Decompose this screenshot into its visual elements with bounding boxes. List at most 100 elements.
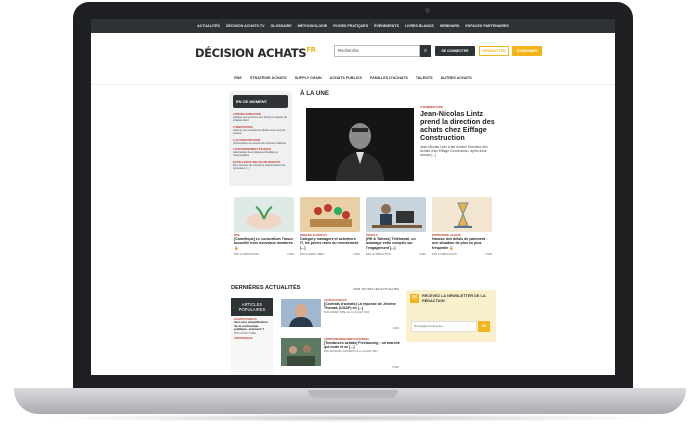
site-header: DÉCISION ACHATSFR Recherche ⌕ SE CONNECT… bbox=[91, 33, 615, 75]
top-menu-item[interactable]: ÉVÉNEMENTS bbox=[374, 24, 399, 28]
card-image bbox=[366, 197, 426, 232]
pawns-image bbox=[310, 204, 352, 227]
card-title[interactable]: Category managers et acheteurs IT, les p… bbox=[300, 237, 360, 250]
in-the-moment-panel: EN CE MOMENT # RÉORGANISATION Adapter se… bbox=[229, 91, 292, 186]
article-read-time: 5 MIN bbox=[392, 366, 399, 369]
top-menu-item[interactable]: ESPACES PARTENAIRES bbox=[465, 24, 508, 28]
meeting-image bbox=[287, 345, 315, 366]
article-cards: RSE [Cométique] Le consortium Trasce acc… bbox=[234, 197, 496, 256]
panel-title: EN CE MOMENT bbox=[233, 95, 288, 108]
portrait-image bbox=[306, 108, 414, 181]
card-title[interactable]: [Cométique] Le consortium Trasce accueil… bbox=[234, 237, 294, 250]
nav-item[interactable]: TALENTS bbox=[416, 76, 433, 80]
article-card[interactable]: ENTREPRISE ACHATS Hausse des délais de p… bbox=[432, 197, 492, 256]
subscribe-button[interactable]: S'ABONNER bbox=[512, 46, 542, 56]
moment-item[interactable]: # AUTOMATISATION Optimisation du service… bbox=[233, 138, 288, 145]
top-menu-item[interactable]: GLOSSAIRE bbox=[270, 24, 291, 28]
login-button[interactable]: SE CONNECTER bbox=[435, 46, 475, 56]
hourglass-image bbox=[454, 202, 472, 228]
latest-article[interactable]: ACHATS PUBLICS [Contrats d'achats] La ré… bbox=[281, 299, 399, 331]
article-thumbnail bbox=[281, 299, 321, 327]
top-menu-item[interactable]: FICHES PRATIQUES bbox=[333, 24, 368, 28]
top-menu-bar: ACTUALITÉS DÉCISION ACHATS TV GLOSSAIRE … bbox=[91, 19, 615, 33]
top-menu-item[interactable]: LIVRES BLANCS bbox=[405, 24, 434, 28]
article-text: APPROVISIONNE-MENTS MATERIEL [Tendances … bbox=[324, 338, 400, 353]
site-logo[interactable]: DÉCISION ACHATSFR bbox=[195, 46, 316, 60]
card-image bbox=[234, 197, 294, 232]
laptop-notch bbox=[308, 390, 398, 398]
article-card[interactable]: RISQUES & PROFILS Category managers et a… bbox=[300, 197, 360, 256]
mail-icon: ✉ bbox=[410, 294, 419, 303]
logo-suffix: FR bbox=[306, 46, 316, 54]
article-author: PAR GEOFFREY FROMENT LE 11 JUILLET 2023 bbox=[324, 350, 378, 354]
nav-item[interactable]: STRATÉGIE ACHATS bbox=[250, 76, 287, 80]
card-author: PAR LA RÉDACTION bbox=[366, 253, 391, 257]
logo-text: DÉCISION ACHATS bbox=[195, 46, 307, 60]
card-author: PAR AUDREY FIBEL bbox=[300, 253, 325, 257]
headline-photo[interactable] bbox=[306, 108, 414, 181]
card-read-time: 3 MIN bbox=[287, 253, 294, 257]
popular-title: ARTICLES POPULAIRES bbox=[231, 298, 273, 316]
remote-work-image bbox=[372, 204, 422, 228]
card-read-time: 3 MIN bbox=[485, 253, 492, 257]
portrait-image bbox=[289, 304, 313, 327]
headline-section-title: À LA UNE bbox=[300, 90, 329, 97]
see-all-news-link[interactable]: VOIR TOUTES LES ACTUALITÉS bbox=[353, 287, 399, 291]
headline-excerpt: Jean-Nicolas Lintz a été nommé Directeur… bbox=[420, 145, 488, 158]
card-footer: PAR LA RÉDACTION 3 MIN bbox=[432, 253, 492, 256]
newsletter-submit-button[interactable]: OK bbox=[478, 321, 490, 332]
top-menu-item[interactable]: MÉTHODOLOGIE bbox=[298, 24, 328, 28]
screen: ACTUALITÉS DÉCISION ACHATS TV GLOSSAIRE … bbox=[91, 19, 615, 375]
top-menu-item[interactable]: DÉCISION ACHATS TV bbox=[226, 24, 265, 28]
moment-text: Des services de conseil et d'optimisatio… bbox=[233, 163, 286, 171]
moment-item[interactable]: # RAISONNEMENT ÉTHIQUE Valorisation des … bbox=[233, 147, 288, 158]
card-footer: PAR AUDREY FIBEL 4 MIN bbox=[300, 253, 360, 256]
card-footer: PAR LA RÉDACTION 3 MIN bbox=[234, 253, 294, 256]
hands-plant-image bbox=[246, 206, 282, 229]
headline-title[interactable]: Jean-Nicolas Lintz prend la direction de… bbox=[420, 110, 495, 142]
article-card[interactable]: PROFILS [RH & Talents] Télétravail, un a… bbox=[366, 197, 426, 256]
article-text: ACHATS PUBLICS [Contrats d'achats] La ré… bbox=[324, 299, 400, 314]
article-author: PAR AUDREY FIBEL LE 12 JUILLET 2023 bbox=[324, 311, 370, 315]
article-title[interactable]: [Tendances achats] Freelancing : un marc… bbox=[324, 341, 400, 349]
latest-article[interactable]: APPROVISIONNE-MENTS MATERIEL [Tendances … bbox=[281, 338, 400, 370]
nav-item[interactable]: ACHATS PUBLICS bbox=[330, 76, 362, 80]
headline-article[interactable]: # NOMINATIONS Jean-Nicolas Lintz prend l… bbox=[420, 105, 495, 158]
article-thumbnail bbox=[281, 338, 321, 366]
popular-articles-panel: ARTICLES POPULAIRES ACHATS PUBLICS Vers … bbox=[231, 298, 273, 375]
card-footer: PAR LA RÉDACTION 5 MIN bbox=[366, 253, 426, 256]
laptop-shadow bbox=[40, 414, 660, 422]
card-author: PAR LA RÉDACTION bbox=[234, 253, 259, 257]
nav-item[interactable]: RSE bbox=[234, 76, 242, 80]
card-title[interactable]: [RH & Talents] Télétravail, un avantage … bbox=[366, 237, 426, 250]
search-input[interactable]: Recherche bbox=[334, 45, 420, 57]
card-read-time: 5 MIN bbox=[419, 253, 426, 257]
article-read-time: 4 MIN bbox=[392, 327, 399, 330]
nav-item[interactable]: AUTRES ACHATS bbox=[441, 76, 472, 80]
newsletter-email-input[interactable]: florasp@reinetbgroup bbox=[411, 321, 477, 332]
popular-text[interactable]: Vers une simplification de la commande p… bbox=[234, 320, 270, 332]
popular-item[interactable]: STRATÉGIQUE bbox=[234, 337, 270, 340]
article-title[interactable]: [Contrats d'achats] La réponse de Jérôme… bbox=[324, 302, 400, 310]
popular-item[interactable]: ACHATS PUBLICS Vers une simplification d… bbox=[234, 318, 270, 335]
article-card[interactable]: RSE [Cométique] Le consortium Trasce acc… bbox=[234, 197, 294, 256]
moment-item[interactable]: # RÉORGANISATION Adapter ses services au… bbox=[233, 112, 288, 123]
moment-item[interactable]: EXCELLENCE RELAIS DE ROBOTS Des services… bbox=[233, 160, 288, 171]
newsletter-box: ✉ RECEVEZ LA NEWSLETTER DE LA RÉDACTION … bbox=[406, 290, 496, 342]
search-icon[interactable]: ⌕ bbox=[420, 45, 431, 57]
moment-text: Valorisation des pratiques durables et r… bbox=[233, 151, 278, 158]
moment-item[interactable]: # INNOVATION Assurer une expérience flui… bbox=[233, 125, 288, 136]
card-read-time: 4 MIN bbox=[353, 253, 360, 257]
moment-text: Assurer une expérience fluide entre tous… bbox=[233, 128, 286, 136]
card-title[interactable]: Hausse des délais de paiement : une situ… bbox=[432, 237, 492, 250]
newsletter-text: RECEVEZ LA NEWSLETTER DE LA RÉDACTION bbox=[422, 294, 486, 303]
nav-item[interactable]: SUPPLY CHAIN bbox=[295, 76, 322, 80]
nav-item[interactable]: FAMILLES D'ACHATS bbox=[370, 76, 408, 80]
card-image bbox=[432, 197, 492, 232]
popular-author: PAR AUDREY FIBEL bbox=[234, 332, 257, 336]
popular-category: STRATÉGIQUE bbox=[234, 337, 253, 341]
card-image bbox=[300, 197, 360, 232]
newsletter-button[interactable]: NEWSLETTER bbox=[479, 46, 509, 56]
top-menu-item[interactable]: WEBINARS bbox=[440, 24, 460, 28]
top-menu-item[interactable]: ACTUALITÉS bbox=[197, 24, 220, 28]
